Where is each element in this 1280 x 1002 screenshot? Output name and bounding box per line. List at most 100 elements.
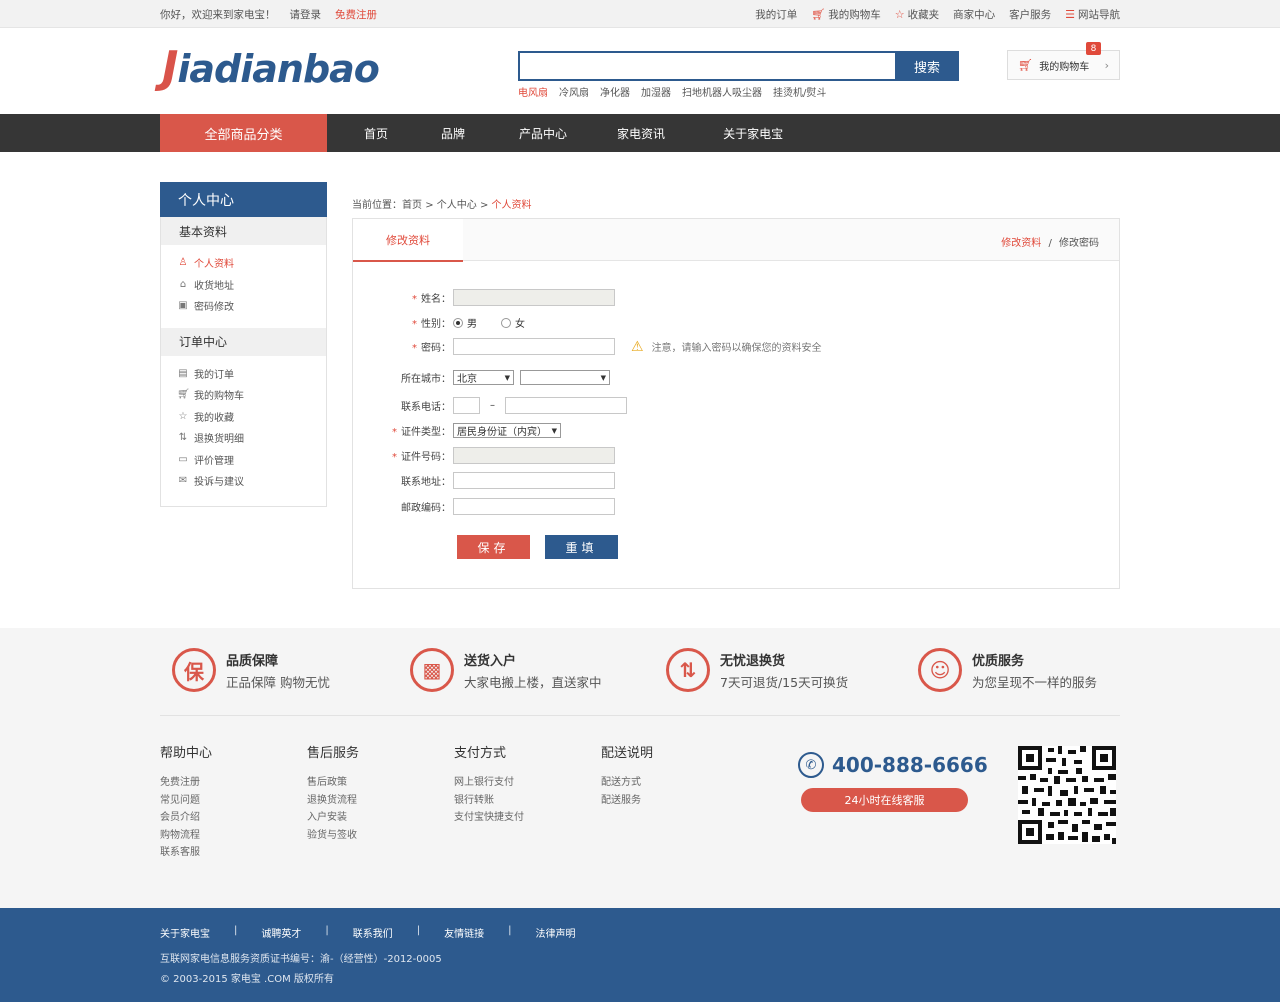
customer-service-link[interactable]: 客户服务 — [1009, 7, 1051, 22]
site-nav-link[interactable]: ☰ 网站导航 — [1065, 7, 1120, 22]
name-input[interactable] — [453, 289, 615, 306]
name-label: 姓名： — [421, 294, 451, 305]
footer-separator: | — [508, 925, 512, 936]
help-link[interactable]: 入户安装 — [307, 808, 359, 826]
gender-female-radio[interactable]: 女 — [501, 315, 525, 330]
sidebar-item-returns[interactable]: ⇅ 退换货明细 — [177, 427, 326, 449]
help-column: 售后服务 售后政策 退换货流程 入户安装 验货与签收 — [307, 742, 359, 843]
footer-link-friends[interactable]: 友情链接 — [432, 925, 496, 940]
hot-keyword[interactable]: 扫地机器人吸尘器 — [682, 84, 762, 99]
search-button[interactable]: 搜索 — [895, 51, 959, 81]
hot-keyword[interactable]: 电风扇 — [518, 84, 548, 99]
id-type-select[interactable]: 居民身份证（内宾） ▼ — [453, 423, 561, 438]
city-value: 北京 — [457, 374, 477, 385]
help-link[interactable]: 退换货流程 — [307, 791, 359, 809]
help-link[interactable]: 验货与签收 — [307, 826, 359, 844]
gender-male-radio[interactable]: 男 — [453, 315, 477, 330]
breadcrumb-home[interactable]: 首页 — [402, 200, 422, 211]
address-input[interactable] — [453, 472, 615, 489]
footer-link-legal[interactable]: 法律声明 — [524, 925, 588, 940]
password-input[interactable] — [453, 338, 615, 355]
logo[interactable]: Jiadianbao — [162, 42, 380, 93]
login-link[interactable]: 请登录 — [290, 7, 322, 22]
edit-profile-link[interactable]: 修改资料 — [1001, 238, 1041, 249]
footer-separator: | — [416, 925, 421, 936]
reset-button[interactable]: 重填 — [545, 535, 618, 559]
my-orders-link[interactable]: 我的订单 — [755, 7, 797, 22]
help-link[interactable]: 会员介绍 — [160, 808, 212, 826]
my-cart-label: 我的购物车 — [828, 8, 881, 21]
search-bar: 搜索 — [518, 51, 959, 81]
nav-item-news[interactable]: 家电资讯 — [600, 114, 698, 152]
breadcrumb-personal-center[interactable]: 个人中心 — [437, 200, 477, 211]
breadcrumb-prefix: 当前位置： — [352, 200, 402, 211]
all-categories-button[interactable]: 全部商品分类 — [160, 114, 327, 152]
online-service-button[interactable]: 24小时在线客服 — [801, 788, 968, 812]
help-link[interactable]: 售后政策 — [307, 773, 359, 791]
zip-input[interactable] — [453, 498, 615, 515]
help-link[interactable]: 支付宝快捷支付 — [454, 808, 524, 826]
dropdown-arrow-icon: ▼ — [600, 373, 606, 382]
hot-keyword[interactable]: 冷风扇 — [559, 84, 589, 99]
help-link[interactable]: 常见问题 — [160, 791, 212, 809]
help-link[interactable]: 配送服务 — [601, 791, 653, 809]
sidebar-item-cart[interactable]: 🛒︎ 我的购物车 — [177, 384, 326, 406]
nav-item-products[interactable]: 产品中心 — [490, 114, 600, 152]
help-link[interactable]: 配送方式 — [601, 773, 653, 791]
cart-button[interactable]: 🛒︎ 我的购物车 › 8 — [1007, 42, 1120, 80]
favorites-link[interactable]: ☆ 收藏夹 — [895, 7, 939, 22]
required-mark: * — [392, 452, 397, 463]
help-column: 帮助中心 免费注册 常见问题 会员介绍 购物流程 联系客服 — [160, 742, 212, 861]
phone-label: 联系电话： — [401, 402, 451, 413]
footer: 关于家电宝 | 诚聘英才 | 联系我们 | 友情链接 | 法律声明 互联网家电信息服务资… — [0, 908, 1280, 1002]
hot-keyword[interactable]: 净化器 — [600, 84, 630, 99]
phone-row: 联系电话： – — [353, 397, 627, 414]
zip-label: 邮政编码： — [401, 503, 451, 514]
hot-keyword[interactable]: 加湿器 — [641, 84, 671, 99]
nav-item-home[interactable]: 首页 — [327, 114, 425, 152]
service-title: 优质服务 — [972, 653, 1025, 669]
register-link[interactable]: 免费注册 — [335, 7, 377, 22]
chevron-right-icon: › — [1104, 58, 1109, 72]
city-select[interactable]: 北京 ▼ — [453, 370, 514, 385]
nav-item-about[interactable]: 关于家电宝 — [698, 114, 799, 152]
help-link[interactable]: 网上银行支付 — [454, 773, 524, 791]
merchant-center-link[interactable]: 商家中心 — [953, 7, 995, 22]
district-select[interactable]: ▼ — [520, 370, 610, 385]
nav-item-brand[interactable]: 品牌 — [425, 114, 490, 152]
location-icon: ⌂ — [179, 278, 187, 290]
sidebar-item-reviews[interactable]: ▭ 评价管理 — [177, 449, 326, 471]
sidebar-item-label: 我的收藏 — [194, 412, 234, 424]
phone-area-input[interactable] — [453, 397, 480, 414]
help-link[interactable]: 联系客服 — [160, 843, 212, 861]
sidebar-item-favorites[interactable]: ☆ 我的收藏 — [177, 406, 326, 428]
sidebar-item-address[interactable]: ⌂ 收货地址 — [177, 274, 326, 296]
help-link[interactable]: 银行转账 — [454, 791, 524, 809]
cart-icon: 🛒︎ — [177, 389, 190, 401]
breadcrumb-current: 个人资料 — [491, 200, 532, 211]
change-password-link[interactable]: 修改密码 — [1059, 238, 1099, 249]
sidebar-item-complaints[interactable]: ✉ 投诉与建议 — [177, 470, 326, 492]
header: Jiadianbao 搜索 电风扇 冷风扇 净化器 加湿器 扫地机器人吸尘器 挂… — [0, 28, 1280, 114]
service-desc: 7天可退货/15天可换货 — [720, 674, 849, 690]
help-link[interactable]: 购物流程 — [160, 826, 212, 844]
document-icon: ▤ — [178, 367, 188, 379]
phone-number-input[interactable] — [505, 397, 627, 414]
sidebar-item-orders[interactable]: ▤ 我的订单 — [177, 363, 326, 385]
tab-edit-profile[interactable]: 修改资料 — [353, 219, 463, 262]
footer-link-careers[interactable]: 诚聘英才 — [249, 925, 313, 940]
hot-keyword[interactable]: 挂烫机/熨斗 — [773, 84, 826, 99]
gender-row: * 性别： 男 女 — [353, 315, 549, 330]
dropdown-arrow-icon: ▼ — [551, 426, 557, 435]
id-number-input[interactable] — [453, 447, 615, 464]
search-input[interactable] — [518, 51, 895, 81]
my-cart-link[interactable]: 🛒︎ 我的购物车 — [811, 7, 880, 22]
save-button[interactable]: 保存 — [457, 535, 530, 559]
sidebar-item-profile[interactable]: ♙ 个人资料 — [177, 252, 326, 274]
cart-label: 我的购物车 — [1039, 61, 1090, 73]
sidebar-item-password[interactable]: ▣ 密码修改 — [177, 295, 326, 317]
help-link[interactable]: 免费注册 — [160, 773, 212, 791]
footer-link-about[interactable]: 关于家电宝 — [160, 925, 222, 940]
footer-link-contact[interactable]: 联系我们 — [341, 925, 405, 940]
merchant-center-label: 商家中心 — [953, 8, 996, 21]
